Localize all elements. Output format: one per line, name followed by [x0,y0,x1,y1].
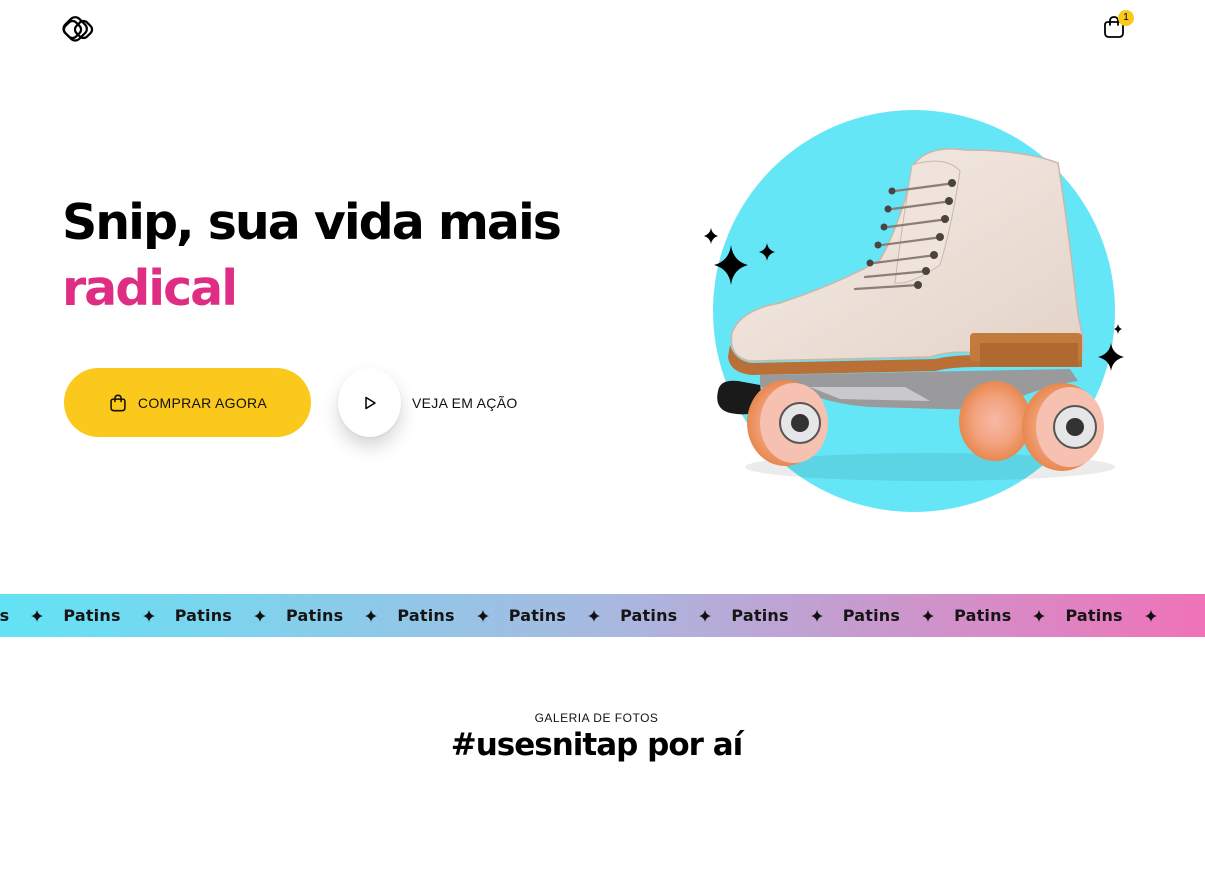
gallery-kicker: GALERIA DE FOTOS [534,711,659,725]
watch-in-action-button[interactable]: VEJA EM AÇÃO [338,368,518,437]
sparkle-icon [476,609,489,622]
gallery-title: #usesnitap por aí [450,727,744,763]
skate-wheel [959,381,1031,461]
sparkle-icon [704,228,718,244]
marquee-band: Patins Patins Patins Patins Patins Patin… [0,594,1205,637]
sparkle-icon [810,609,823,622]
marquee-item: Patins [1065,606,1176,625]
marquee-item: Patins [620,606,731,625]
hero-title-accent: radical [62,260,238,317]
cart-count-badge: 1 [1118,10,1134,26]
marquee-item: Patins [397,606,508,625]
marquee-item: Patins [954,606,1065,625]
sparkle-icon [922,609,935,622]
buy-now-button[interactable]: COMPRAR AGORA [64,368,311,437]
product-visual [690,105,1150,525]
sparkle-icon [142,609,155,622]
play-button[interactable] [338,368,401,437]
marquee-item: Patins [175,606,286,625]
sparkle-icon [1033,609,1046,622]
marquee-item: Patins [0,606,63,625]
marquee-item: Patins [731,606,842,625]
page: 1 Snip, sua vida mais radical COMPRAR AG… [0,0,1205,876]
sparkle-icon [31,609,44,622]
buy-now-label: COMPRAR AGORA [137,394,268,411]
sparkle-icon [254,609,267,622]
marquee-item: Patins [843,606,954,625]
sparkle-icon [588,609,601,622]
shopping-bag-icon [110,394,126,411]
marquee-item: Patins [63,606,174,625]
sparkle-icon [365,609,378,622]
cart-button[interactable]: 1 [1098,10,1138,42]
sparkle-icon [1144,609,1157,622]
marquee-item: Patins [509,606,620,625]
sparkle-icon [1114,324,1122,334]
watch-in-action-label: VEJA EM AÇÃO [412,394,518,411]
hero-title: Snip, sua vida mais radical [62,190,562,322]
marquee-track: Patins Patins Patins Patins Patins Patin… [0,594,1177,637]
marquee-item: Patins [286,606,397,625]
sparkle-icon [699,609,712,622]
play-icon [364,396,376,409]
snip-logo-icon[interactable] [62,14,94,46]
skate-wheel [747,380,828,466]
hero-title-line1: Snip, sua vida mais [62,194,562,251]
